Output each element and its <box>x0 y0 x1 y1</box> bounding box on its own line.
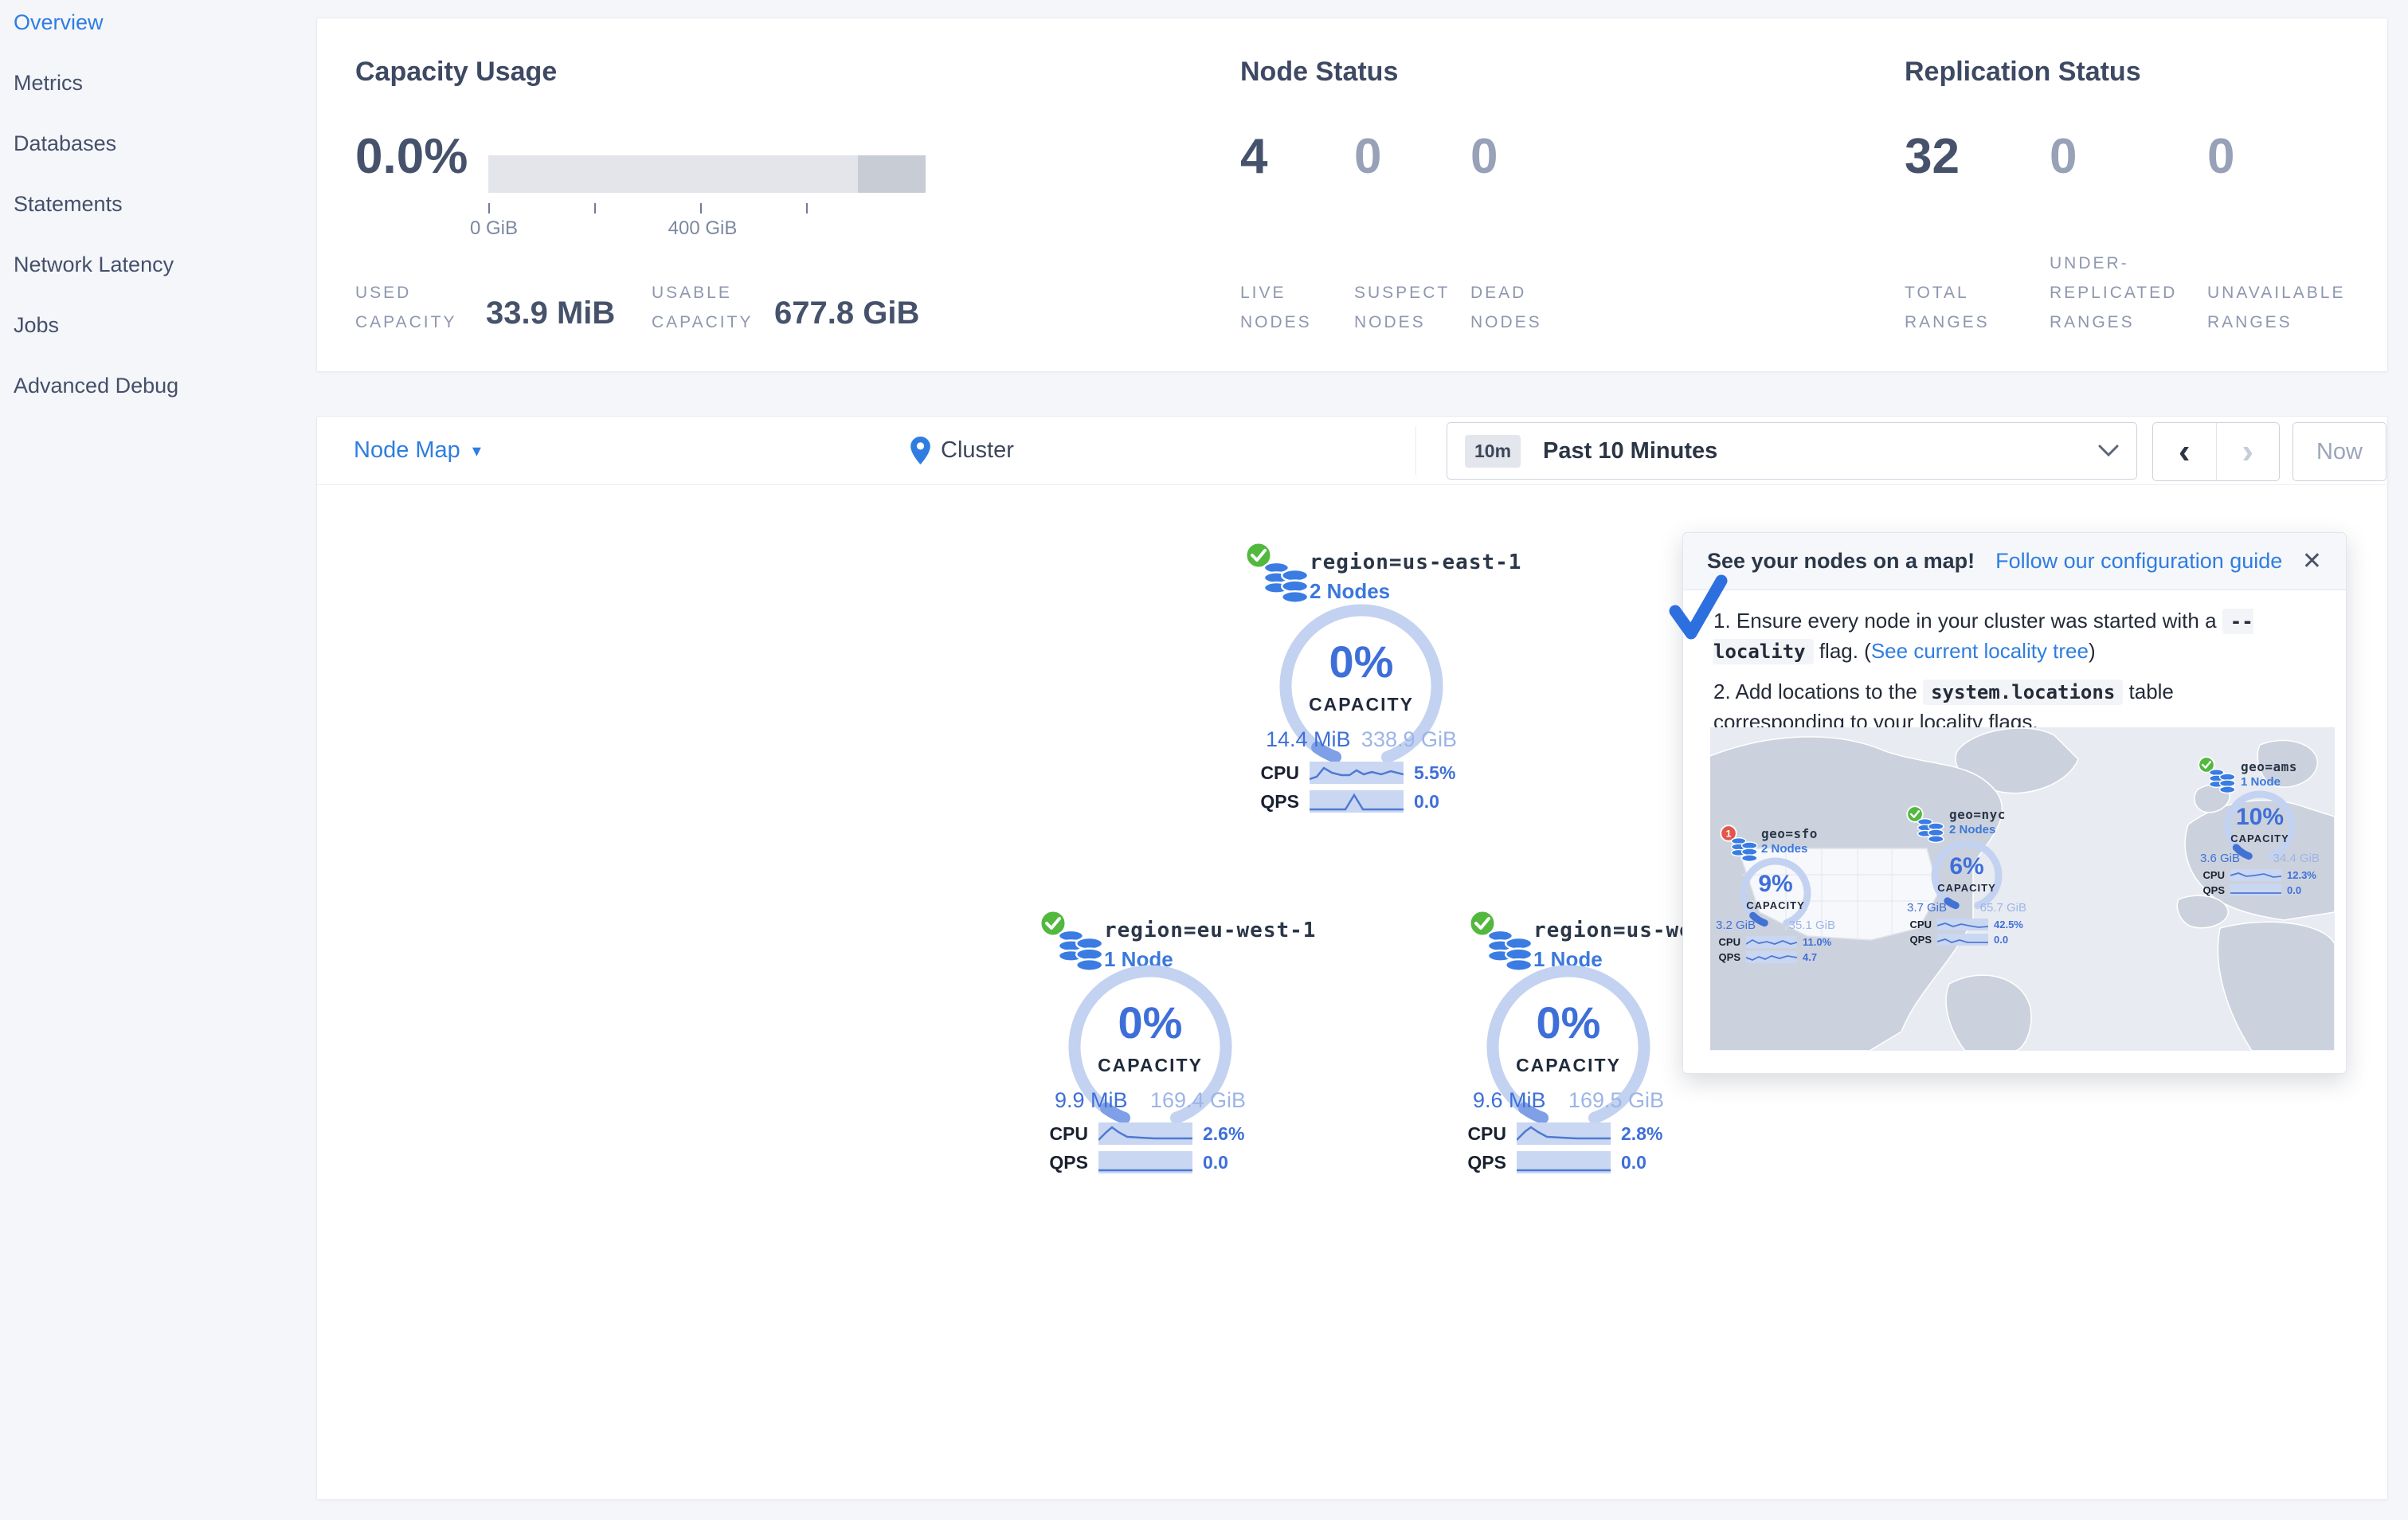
region-eu-west-1: region=eu-west-1 1 Node 0% CAPACITY 9.9 … <box>1008 904 1343 1239</box>
suspect-nodes-count: 0 <box>1354 129 1382 184</box>
cpu-row: CPU 2.6% <box>1049 1122 1245 1145</box>
popup-title: See your nodes on a map! <box>1707 549 1975 573</box>
db-console-overview-page: Overview Metrics Databases Statements Ne… <box>0 0 2408 1520</box>
capacity-values: 14.4 MiB 338.9 GiB <box>1266 727 1457 751</box>
cpu-sparkline <box>1310 762 1404 784</box>
cpu-row: CPU 12.3% <box>2202 869 2316 881</box>
preview-region-name: geo=ams <box>2241 759 2297 774</box>
configuration-guide-link[interactable]: Follow our configuration guide <box>1995 549 2282 574</box>
system-locations-code: system.locations <box>1923 680 2124 706</box>
qps-sparkline <box>1517 1151 1611 1173</box>
dead-nodes-count: 0 <box>1470 129 1498 184</box>
region-name: region=eu-west-1 <box>1104 919 1317 942</box>
region-name: region=us-east-1 <box>1310 550 1522 574</box>
locality-tree-link[interactable]: See current locality tree <box>1871 639 2089 663</box>
sidebar-item-databases[interactable]: Databases <box>0 113 316 174</box>
unavailable-count: 0 <box>2207 129 2235 184</box>
under-replicated-count: 0 <box>2050 129 2077 184</box>
capacity-bar <box>488 155 926 193</box>
qps-row: QPS 0.0 <box>1260 790 1439 813</box>
gauge-capacity-label: CAPACITY <box>1098 1055 1203 1075</box>
qps-row: QPS 0.0 <box>1049 1151 1228 1173</box>
capacity-bar-reserved-segment <box>857 155 926 193</box>
preview-region-nodes: 1 Node <box>2241 775 2281 789</box>
node-map-toolbar: Node Map ▾ Cluster 10m Past 10 Minutes ‹… <box>317 417 2387 485</box>
capacity-usage-title: Capacity Usage <box>355 57 558 87</box>
suspect-nodes-label: SUSPECT NODES <box>1354 284 1451 331</box>
qps-row: QPS 0.0 <box>2202 884 2302 896</box>
preview-region-ams: geo=ams 1 Node 10% CAPACITY 3.6 GiB 34.4 … <box>1710 727 2335 1051</box>
location-pin-icon <box>910 436 931 465</box>
view-selector-dropdown[interactable]: Node Map ▾ <box>354 417 481 484</box>
breadcrumb[interactable]: Cluster <box>910 417 1014 484</box>
sidebar-item-overview[interactable]: Overview <box>0 0 316 53</box>
sidebar-item-network-latency[interactable]: Network Latency <box>0 234 316 295</box>
replication-status-title: Replication Status <box>1905 57 2141 87</box>
setup-step-1: 1. Ensure every node in your cluster was… <box>1713 609 2253 664</box>
sidebar-item-statements[interactable]: Statements <box>0 174 316 234</box>
node-map-preview-image: geo=sfo 2 Nodes 9% CAPACITY 3.2 GiB 35.1 … <box>1710 727 2335 1051</box>
unavailable-label: UNAVAILABLE RANGES <box>2207 284 2346 331</box>
total-ranges-label: TOTAL RANGES <box>1905 284 1990 331</box>
capacity-values: 9.9 MiB 169.4 GiB <box>1055 1088 1246 1112</box>
capacity-tick-label-400: 400 GiB <box>668 217 738 239</box>
gauge-percent: 0% <box>1118 997 1183 1048</box>
time-pager: ‹ › <box>2152 422 2280 481</box>
gauge-percent: 10% <box>2235 804 2285 830</box>
region-nodes-link[interactable]: 2 Nodes <box>1310 579 1390 604</box>
chevron-down-icon <box>2098 445 2119 457</box>
gauge-capacity-label: CAPACITY <box>2230 832 2289 844</box>
cpu-sparkline <box>1098 1122 1192 1145</box>
gauge-percent: 0% <box>1329 637 1394 687</box>
sidebar: Overview Metrics Databases Statements Ne… <box>0 0 316 1520</box>
cpu-row: CPU 2.8% <box>1467 1122 1663 1145</box>
close-icon[interactable]: ✕ <box>2302 547 2322 575</box>
sidebar-nav: Overview Metrics Databases Statements Ne… <box>0 0 316 416</box>
under-replicated-label: UNDER- REPLICATED RANGES <box>2050 254 2178 331</box>
time-next-button[interactable]: › <box>2215 423 2280 480</box>
used-capacity-label: USED CAPACITY <box>355 284 457 331</box>
node-map-setup-popup: See your nodes on a map! Follow our conf… <box>1669 532 2347 1074</box>
capacity-tick <box>594 203 596 214</box>
sidebar-item-jobs[interactable]: Jobs <box>0 295 316 355</box>
time-range-selector[interactable]: 10m Past 10 Minutes <box>1447 422 2137 480</box>
dead-nodes-label: DEAD NODES <box>1470 284 1542 331</box>
time-range-badge: 10m <box>1465 434 1521 468</box>
usable-capacity-label: USABLE CAPACITY <box>652 284 754 331</box>
qps-sparkline <box>2230 884 2281 896</box>
gauge-percent: 0% <box>1536 997 1601 1048</box>
region-us-east-1: region=us-east-1 2 Nodes 0% CAPACITY 14.… <box>1233 536 1568 871</box>
cpu-row: CPU 5.5% <box>1260 762 1456 784</box>
sidebar-item-advanced-debug[interactable]: Advanced Debug <box>0 355 316 416</box>
time-prev-button[interactable]: ‹ <box>2153 423 2216 480</box>
qps-sparkline <box>1098 1151 1192 1173</box>
cpu-sparkline <box>1517 1122 1611 1145</box>
now-button[interactable]: Now <box>2292 422 2386 481</box>
caret-down-icon: ▾ <box>472 440 481 460</box>
capacity-tick <box>488 203 490 214</box>
time-range-label: Past 10 Minutes <box>1543 437 1718 464</box>
capacity-values: 3.6 GiB 34.4 GiB <box>2200 852 2320 865</box>
gauge-capacity-label: CAPACITY <box>1309 694 1414 715</box>
capacity-percent: 0.0% <box>355 129 468 184</box>
used-capacity-value: 33.9 MiB <box>486 296 616 331</box>
capacity-tick <box>806 203 808 214</box>
usable-capacity-value: 677.8 GiB <box>774 296 920 331</box>
cluster-summary-panel: Capacity Usage 0.0% 0 GiB 400 GiB USED CA… <box>316 18 2388 372</box>
cpu-sparkline <box>2230 869 2281 881</box>
live-nodes-count: 4 <box>1240 129 1268 184</box>
total-ranges-count: 32 <box>1905 129 1960 184</box>
sidebar-item-metrics[interactable]: Metrics <box>0 53 316 113</box>
toolbar-divider <box>1415 426 1416 475</box>
gauge-capacity-label: CAPACITY <box>1516 1055 1621 1075</box>
capacity-tick-label-0: 0 GiB <box>469 217 519 239</box>
live-nodes-label: LIVE NODES <box>1240 284 1312 331</box>
capacity-tick <box>700 203 702 214</box>
qps-row: QPS 0.0 <box>1467 1151 1646 1173</box>
popup-header: See your nodes on a map! Follow our conf… <box>1683 533 2346 590</box>
qps-sparkline <box>1310 790 1404 813</box>
node-status-title: Node Status <box>1240 57 1399 87</box>
capacity-values: 9.6 MiB 169.5 GiB <box>1473 1088 1664 1112</box>
